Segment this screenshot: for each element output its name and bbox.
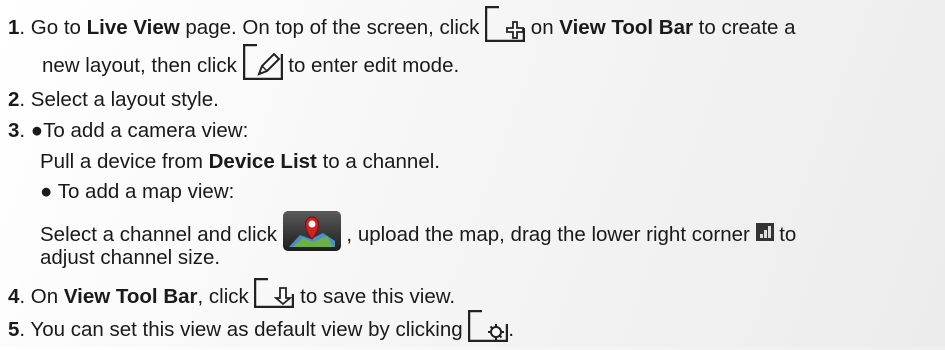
step-1-text-d: to create a — [692, 16, 796, 39]
step-1-text-a: . Go to — [19, 16, 87, 39]
step-3-map-d: adjust channel size. — [40, 246, 221, 269]
new-layout-icon — [484, 5, 526, 50]
step-5-number: 5 — [8, 318, 20, 341]
step-3-number: 3 — [8, 119, 20, 142]
step-4-text-c: to save this view. — [294, 285, 456, 308]
step-3-line: 3 . ●To add a camera view: — [8, 117, 248, 145]
step-1-continuation: new layout, then click to enter edit mod… — [42, 43, 460, 88]
view-tool-bar-label-2: View Tool Bar — [63, 285, 198, 308]
step-3-pull-c: to a channel. — [316, 150, 440, 173]
step-2-line: 2 . Select a layout style. — [8, 86, 219, 114]
step-5-line: 5 . You can set this view as default vie… — [8, 309, 515, 350]
set-default-icon — [468, 309, 509, 350]
step-1-number: 1 — [8, 16, 20, 39]
map-pin-icon — [282, 211, 341, 259]
step-3-bullet-camera: . ●To add a camera view: — [19, 119, 249, 142]
resize-corner-icon — [755, 221, 774, 249]
step-3-map-c: to — [773, 223, 797, 246]
step-1-text-f: to enter edit mode. — [282, 54, 460, 77]
view-tool-bar-label: View Tool Bar — [559, 16, 693, 39]
step-4-text-b: , click — [197, 285, 255, 308]
step-4-text-a: . On — [19, 285, 64, 308]
device-list-label: Device List — [208, 150, 317, 173]
step-5-text-a: . You can set this view as default view … — [19, 318, 469, 341]
instruction-document: 1 . Go to Live View page. On top of the … — [0, 0, 945, 347]
step-3-adjust-line: adjust channel size. — [40, 244, 220, 272]
step-2-text: . Select a layout style. — [19, 88, 219, 111]
step-1-text-e: new layout, then click — [42, 54, 243, 77]
step-3-map-bullet-line: ● To add a map view: — [40, 178, 234, 206]
step-3-map-b: , upload the map, drag the lower right c… — [340, 223, 756, 246]
step-2-number: 2 — [8, 88, 20, 111]
step-1-text-b: page. On top of the screen, click — [179, 16, 486, 39]
step-3-bullet-map: ● To add a map view: — [40, 180, 235, 203]
step-1-text-c: on — [525, 16, 560, 39]
live-view-label: Live View — [86, 16, 180, 39]
step-3-pull-line: Pull a device from Device List to a chan… — [40, 148, 440, 176]
step-5-text-b: . — [508, 318, 515, 341]
step-3-pull-a: Pull a device from — [40, 150, 209, 173]
edit-pencil-icon — [242, 43, 283, 88]
step-4-number: 4 — [8, 285, 20, 308]
